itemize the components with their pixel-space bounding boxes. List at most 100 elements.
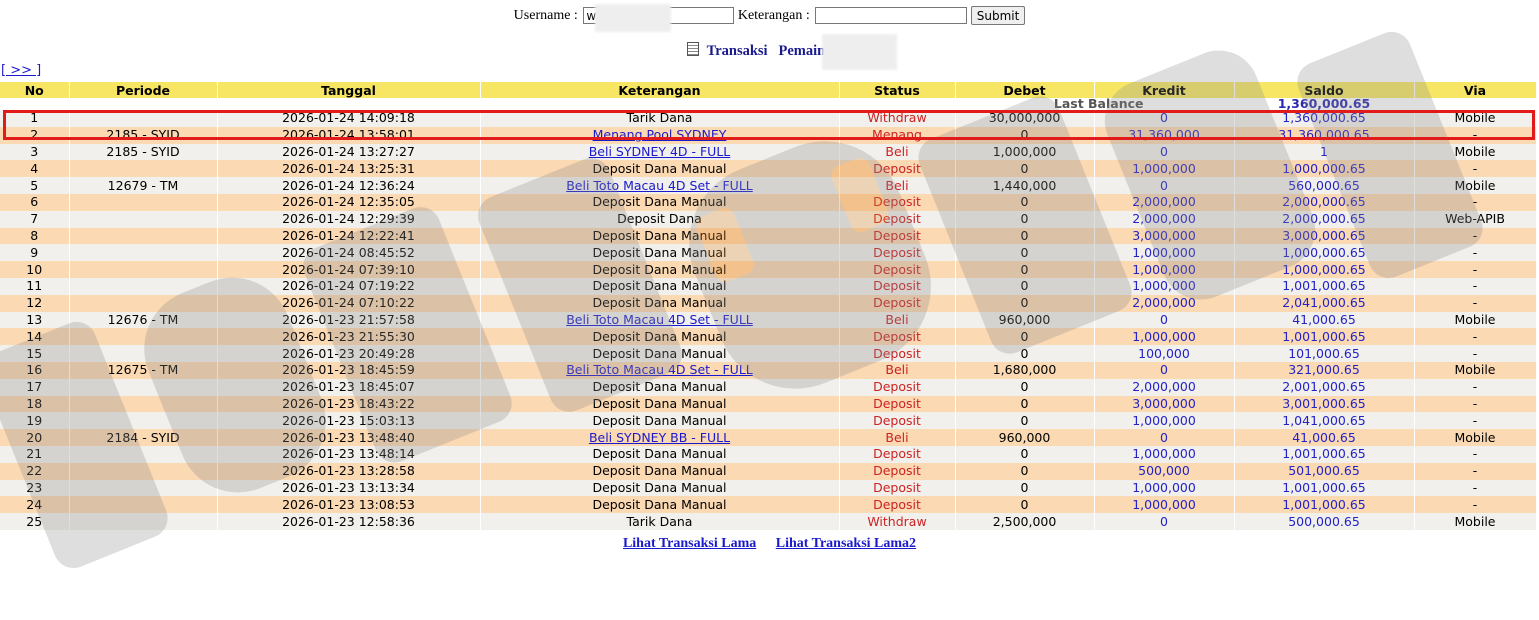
cell-kredit: 0: [1094, 177, 1235, 194]
cell-no: 13: [0, 311, 70, 329]
cell-no: 21: [0, 445, 70, 463]
cell-tanggal: 2026-01-24 12:36:24: [217, 177, 481, 194]
cell-keterangan: Beli SYDNEY 4D - FULL: [480, 143, 840, 161]
username-redaction: [595, 4, 671, 32]
cell-no: 8: [0, 227, 70, 245]
cell-saldo: 1,000,000.65: [1234, 261, 1415, 278]
cell-via: Mobile: [1414, 177, 1537, 194]
keterangan-link[interactable]: Beli SYDNEY BB - FULL: [589, 430, 730, 445]
player-redaction: [822, 34, 897, 70]
cell-via: Mobile: [1414, 429, 1537, 446]
page-title: Transaksi Pemain : wi: [0, 42, 1539, 60]
cell-tanggal: 2026-01-24 14:09:18: [217, 110, 481, 127]
cell-kredit: 3,000,000: [1094, 395, 1235, 413]
old-transactions-link-2[interactable]: Lihat Transaksi Lama2: [776, 536, 916, 551]
cell-debet: 0: [955, 395, 1095, 413]
cell-tanggal: 2026-01-23 13:13:34: [217, 479, 481, 497]
cell-keterangan: Deposit Dana Manual: [480, 193, 840, 211]
cell-no: 19: [0, 412, 70, 430]
cell-no: 2: [0, 126, 70, 144]
cell-status: Deposit: [839, 227, 956, 245]
table-header-row: No Periode Tanggal Keterangan Status Debet Kre…: [0, 82, 1537, 98]
cell-saldo: 1,000,000.65: [1234, 244, 1415, 262]
cell-keterangan: Beli Toto Macau 4D Set - FULL: [480, 177, 840, 194]
keterangan-link[interactable]: Menang Pool SYDNEY: [593, 127, 727, 142]
cell-via: Web-APIB: [1414, 210, 1537, 228]
cell-debet: 0: [955, 412, 1095, 430]
keterangan-link[interactable]: Beli SYDNEY 4D - FULL: [589, 144, 731, 159]
cell-via: -: [1414, 445, 1537, 463]
cell-tanggal: 2026-01-23 15:03:13: [217, 412, 481, 430]
cell-status: Deposit: [839, 378, 956, 396]
table-row: 5 12679 - TM 2026-01-24 12:36:24 Beli Toto …: [0, 177, 1537, 194]
cell-no: 11: [0, 277, 70, 295]
cell-status: Deposit: [839, 160, 956, 178]
cell-kredit: 0: [1094, 513, 1235, 530]
cell-periode: 12679 - TM: [69, 177, 218, 194]
cell-debet: 1,680,000: [955, 361, 1095, 379]
column-header-no: No: [0, 82, 70, 98]
cell-no: 7: [0, 210, 70, 228]
cell-via: -: [1414, 378, 1537, 396]
cell-no: 15: [0, 345, 70, 362]
keterangan-link[interactable]: Beli Toto Macau 4D Set - FULL: [566, 362, 753, 377]
old-transactions-link[interactable]: Lihat Transaksi Lama: [623, 536, 756, 551]
footer-links: Lihat Transaksi Lama Lihat Transaksi Lam…: [0, 536, 1539, 552]
cell-saldo: 1,360,000.65: [1234, 110, 1415, 127]
keterangan-link[interactable]: Beli Toto Macau 4D Set - FULL: [566, 178, 753, 193]
cell-debet: 960,000: [955, 311, 1095, 329]
cell-keterangan: Beli Toto Macau 4D Set - FULL: [480, 361, 840, 379]
cell-debet: 0: [955, 378, 1095, 396]
keterangan-input[interactable]: [815, 7, 968, 24]
empty-cell: [69, 98, 218, 110]
cell-keterangan: Tarik Dana: [480, 110, 840, 127]
cell-no: 17: [0, 378, 70, 396]
cell-debet: 960,000: [955, 429, 1095, 446]
empty-cell: [839, 98, 956, 110]
cell-tanggal: 2026-01-24 13:27:27: [217, 143, 481, 161]
last-balance-value: 1,360,000.65: [1234, 98, 1415, 110]
cell-keterangan: Deposit Dana Manual: [480, 395, 840, 413]
table-row: 19 2026-01-23 15:03:13 Deposit Dana Manual…: [0, 412, 1537, 430]
cell-via: Mobile: [1414, 143, 1537, 161]
column-header-via: Via: [1414, 82, 1537, 98]
cell-debet: 30,000,000: [955, 110, 1095, 127]
cell-kredit: 1,000,000: [1094, 328, 1235, 346]
table-row: 11 2026-01-24 07:19:22 Deposit Dana Manual…: [0, 277, 1537, 295]
cell-keterangan: Beli Toto Macau 4D Set - FULL: [480, 311, 840, 329]
cell-keterangan: Deposit Dana Manual: [480, 445, 840, 463]
cell-tanggal: 2026-01-24 13:58:01: [217, 126, 481, 144]
cell-tanggal: 2026-01-24 07:10:22: [217, 294, 481, 312]
cell-kredit: 1,000,000: [1094, 277, 1235, 295]
cell-keterangan: Deposit Dana Manual: [480, 328, 840, 346]
cell-keterangan: Deposit Dana Manual: [480, 378, 840, 396]
cell-saldo: 3,000,000.65: [1234, 227, 1415, 245]
cell-kredit: 1,000,000: [1094, 412, 1235, 430]
transaction-table: No Periode Tanggal Keterangan Status Debet Kre…: [0, 82, 1537, 530]
next-page-link[interactable]: [ >> ]: [1, 63, 41, 78]
cell-keterangan: Deposit Dana Manual: [480, 244, 840, 262]
cell-debet: 0: [955, 496, 1095, 514]
cell-debet: 0: [955, 294, 1095, 312]
cell-tanggal: 2026-01-23 21:55:30: [217, 328, 481, 346]
cell-kredit: 2,000,000: [1094, 294, 1235, 312]
empty-cell: [217, 98, 481, 110]
cell-kredit: 1,000,000: [1094, 479, 1235, 497]
keterangan-link[interactable]: Beli Toto Macau 4D Set - FULL: [566, 312, 753, 327]
submit-button[interactable]: Submit: [970, 6, 1026, 25]
cell-periode: [69, 277, 218, 295]
cell-status: Beli: [839, 429, 956, 446]
cell-tanggal: 2026-01-24 13:25:31: [217, 160, 481, 178]
cell-via: Mobile: [1414, 361, 1537, 379]
cell-debet: 0: [955, 277, 1095, 295]
cell-debet: 0: [955, 328, 1095, 346]
cell-status: Deposit: [839, 328, 956, 346]
cell-via: -: [1414, 294, 1537, 312]
empty-cell: [1414, 98, 1537, 110]
cell-debet: 0: [955, 126, 1095, 144]
cell-saldo: 1,001,000.65: [1234, 277, 1415, 295]
cell-tanggal: 2026-01-24 07:19:22: [217, 277, 481, 295]
cell-via: -: [1414, 462, 1537, 480]
cell-periode: [69, 110, 218, 127]
table-row: 14 2026-01-23 21:55:30 Deposit Dana Manual…: [0, 328, 1537, 346]
